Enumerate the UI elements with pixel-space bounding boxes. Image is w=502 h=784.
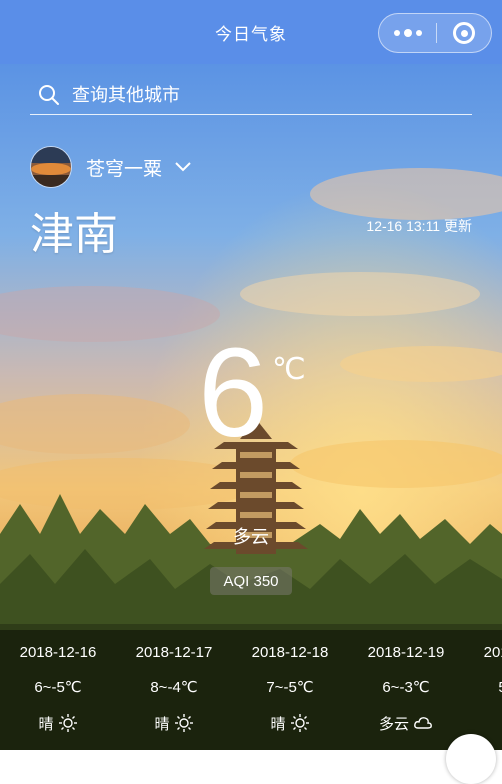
forecast-day: 2018-12-17 8~-4℃ 晴: [116, 630, 232, 734]
forecast-strip[interactable]: 2018-12-16 6~-5℃ 晴 2018-12-17 8~-4℃ 晴 20…: [0, 630, 502, 750]
forecast-day: 2018-12-20 5~-4℃ 阴: [464, 630, 502, 734]
forecast-weather: 阴: [464, 712, 502, 734]
forecast-day: 2018-12-19 6~-3℃ 多云: [348, 630, 464, 734]
cloud-icon: [414, 717, 432, 729]
forecast-date: 2018-12-19: [367, 644, 445, 661]
forecast-weather: 多云: [348, 712, 464, 734]
forecast-temp: 7~-5℃: [266, 679, 314, 696]
forecast-weather: 晴: [232, 712, 348, 734]
temperature-unit: ℃: [272, 353, 306, 386]
aqi-badge: AQI 350: [210, 567, 292, 595]
chevron-down-icon: [175, 162, 191, 172]
search-icon: [39, 85, 59, 105]
forecast-weather-label: 晴: [38, 715, 54, 733]
close-icon: [453, 22, 475, 44]
weather-condition: 多云: [233, 527, 269, 547]
forecast-temp: 5~-4℃: [464, 678, 502, 698]
page-title: 今日气象: [215, 24, 287, 44]
city-name: 津南: [30, 210, 118, 259]
forecast-date: 2018-12-17: [135, 644, 213, 661]
close-button[interactable]: [437, 14, 491, 52]
forecast-weather-label: 晴: [270, 715, 286, 733]
more-button[interactable]: [379, 14, 436, 52]
search-input[interactable]: [70, 83, 454, 107]
forecast-temp: 8~-4℃: [150, 679, 198, 696]
sun-icon: [174, 714, 193, 732]
avatar: [30, 146, 72, 188]
forecast-date: 2018-12-18: [251, 644, 329, 661]
forecast-day: 2018-12-18 7~-5℃ 晴: [232, 630, 348, 734]
sun-icon: [58, 714, 77, 732]
user-selector[interactable]: 苍穹一粟: [30, 146, 192, 188]
sun-icon: [290, 714, 309, 732]
forecast-temp: 6~-3℃: [382, 679, 430, 696]
floating-action-button[interactable]: [446, 734, 496, 784]
update-time: 12-16 13:11 更新: [366, 218, 472, 234]
user-nickname: 苍穹一粟: [86, 158, 163, 180]
current-temperature: 6 ℃: [0, 330, 502, 456]
temperature-value: 6: [197, 322, 269, 463]
forecast-row: 2018-12-16 6~-5℃ 晴 2018-12-17 8~-4℃ 晴 20…: [0, 630, 502, 734]
mini-program-capsule: [378, 13, 492, 53]
forecast-day: 2018-12-16 6~-5℃ 晴: [0, 630, 116, 734]
forecast-weather-label: 多云: [378, 715, 409, 733]
forecast-weather-label: 晴: [154, 715, 170, 733]
forecast-date: 2018-12-16: [19, 644, 97, 661]
forecast-temp: 6~-5℃: [34, 679, 82, 696]
navigation-bar: 今日气象: [0, 0, 502, 64]
forecast-weather: 晴: [116, 712, 232, 734]
search-bar[interactable]: [30, 76, 472, 115]
forecast-weather: 晴: [0, 712, 116, 734]
forecast-date: 2018-12-20: [483, 644, 502, 661]
